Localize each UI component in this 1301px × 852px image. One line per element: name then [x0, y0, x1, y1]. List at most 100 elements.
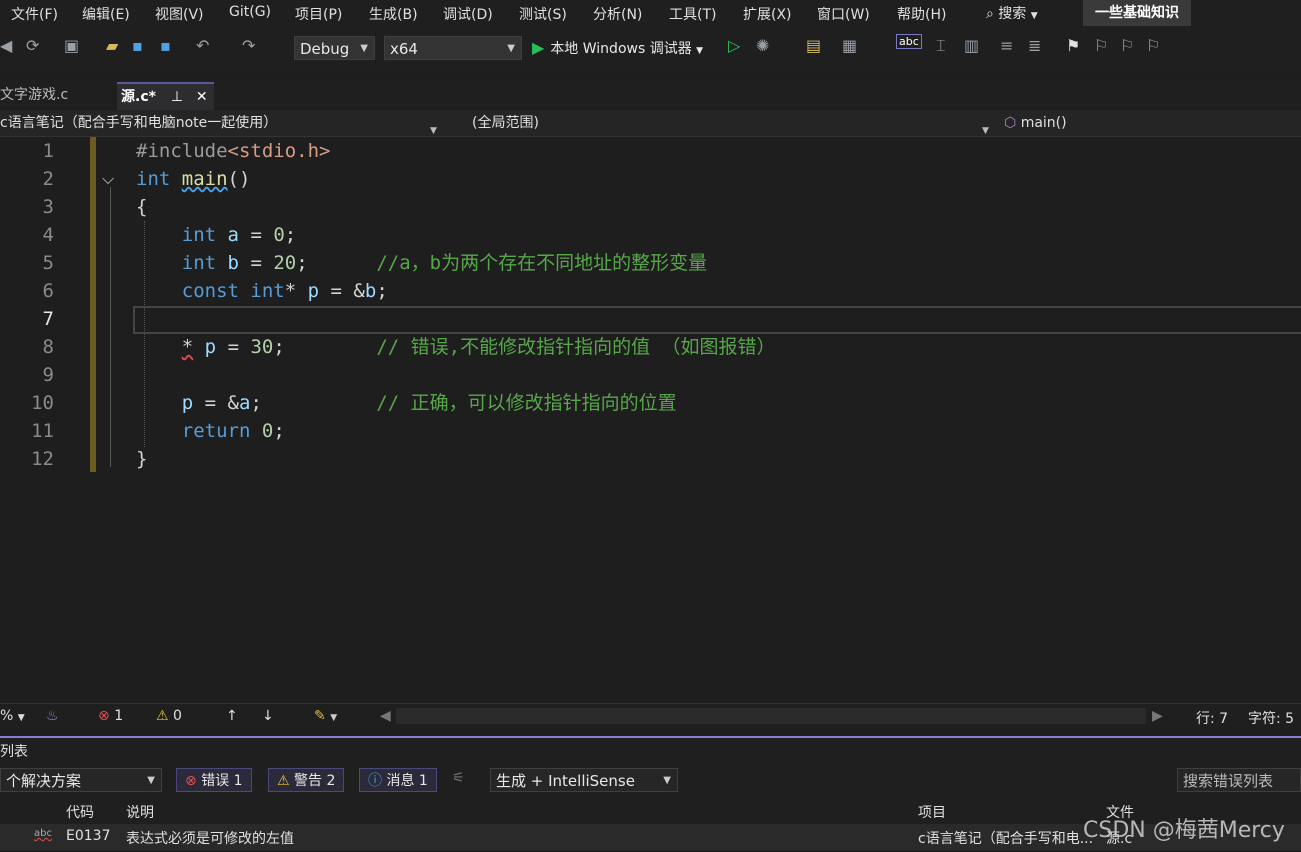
copilot-icon[interactable]: ♨ — [46, 708, 59, 724]
close-icon[interactable]: ✕ — [196, 89, 208, 105]
configuration-select[interactable]: Debug ▼ — [294, 36, 375, 60]
scroll-right-icon[interactable]: ▶ — [1152, 708, 1163, 724]
menu-file[interactable]: 文件(F) — [11, 4, 58, 24]
cursor-icon[interactable]: ⌶ — [936, 36, 946, 56]
editor-status-row: % ▼ ♨ ⊗ 1 ⚠ 0 ↑ ↓ ✎ ▼ ◀ ▶ 行: 7 字符: 5 — [0, 703, 1301, 729]
next-issue-icon[interactable]: ↓ — [262, 708, 274, 724]
scroll-left-icon[interactable]: ◀ — [380, 708, 391, 724]
menu-edit[interactable]: 编辑(E) — [82, 4, 130, 24]
menu-view[interactable]: 视图(V) — [155, 4, 204, 24]
error-count[interactable]: ⊗ 1 — [98, 708, 123, 724]
prev-issue-icon[interactable]: ↑ — [226, 708, 238, 724]
menu-test[interactable]: 测试(S) — [519, 4, 567, 24]
code-line: } — [136, 448, 148, 470]
forward-icon[interactable]: ⟳ — [26, 36, 39, 55]
warnings-filter-button[interactable]: ⚠ 警告 2 — [268, 768, 345, 792]
configuration-value: Debug — [300, 40, 350, 58]
menu-project[interactable]: 项目(P) — [295, 4, 342, 24]
member-dropdown[interactable]: ⬡ main() — [1004, 110, 1301, 136]
code-editor[interactable]: 1 #include<stdio.h> 2 ⌵ int main() 3 { 4… — [0, 137, 1301, 702]
warning-icon: ⚠ — [277, 773, 290, 789]
column-project[interactable]: 项目 — [918, 802, 946, 822]
menu-window[interactable]: 窗口(W) — [817, 4, 870, 24]
save-all-icon[interactable]: ▪ — [160, 36, 171, 55]
platform-select[interactable]: x64 ▼ — [384, 36, 522, 60]
back-icon[interactable]: ◀ — [0, 36, 12, 55]
redo-icon[interactable]: ↷ — [242, 36, 255, 55]
menu-help[interactable]: 帮助(H) — [897, 4, 946, 24]
tab-yuan-c[interactable]: 源.c* ⊥ ✕ — [117, 82, 214, 110]
search-icon: ⌕ — [986, 6, 994, 22]
menu-analyze[interactable]: 分析(N) — [593, 4, 642, 24]
search-label: 搜索 — [998, 6, 1027, 22]
line-number: 10 — [31, 392, 54, 414]
filter-icon[interactable]: ⚟ — [452, 770, 465, 786]
line-indicator: 行: 7 — [1196, 711, 1229, 727]
line-number: 2 — [42, 168, 54, 190]
messages-filter-button[interactable]: ⓘ 消息 1 — [359, 768, 437, 792]
tab-label: 文字游戏.c — [0, 87, 69, 103]
column-description[interactable]: 说明 — [126, 802, 154, 822]
code-line: { — [136, 196, 148, 218]
horizontal-scrollbar[interactable] — [396, 708, 1146, 724]
menu-extensions[interactable]: 扩展(X) — [743, 4, 792, 24]
line-number: 11 — [31, 420, 54, 442]
run-label: 本地 Windows 调试器 — [550, 41, 692, 57]
comment-icon[interactable]: ▥ — [964, 36, 979, 55]
start-without-debugging-icon[interactable]: ▷ — [728, 36, 740, 55]
warning-count[interactable]: ⚠ 0 — [156, 708, 182, 724]
menu-git[interactable]: Git(G) — [229, 4, 271, 20]
platform-value: x64 — [390, 40, 418, 58]
code-line: int b = 20; //a，b为两个存在不同地址的整形变量 — [181, 252, 708, 274]
error-icon: ⊗ — [98, 708, 110, 724]
pin-icon[interactable]: ⊥ — [171, 89, 183, 105]
column-code[interactable]: 代码 — [66, 802, 94, 822]
project-name: c语言笔记（配合手写和电脑note一起使用） — [0, 115, 278, 131]
play-icon: ▶ — [532, 38, 545, 57]
project-dropdown[interactable]: c语言笔记（配合手写和电脑note一起使用） ▼ — [0, 110, 440, 136]
outdent-icon[interactable]: ≣ — [1028, 36, 1041, 55]
folder-view-icon[interactable]: ▤ — [806, 36, 821, 55]
tab-label: 源.c* — [121, 89, 156, 105]
menu-build[interactable]: 生成(B) — [369, 4, 418, 24]
search-button[interactable]: ⌕ 搜索 ▼ — [986, 3, 1038, 23]
tab-wenzi-youxi[interactable]: 文字游戏.c — [0, 82, 112, 108]
chevron-down-icon: ▼ — [507, 43, 515, 54]
indent-icon[interactable]: ≡ — [1000, 36, 1013, 55]
code-line: const int* p = &b; — [181, 280, 388, 302]
new-project-icon[interactable]: ▣ — [64, 36, 79, 55]
fold-chevron-icon[interactable]: ⌵ — [102, 165, 114, 193]
save-icon[interactable]: ▪ — [132, 36, 143, 55]
cube-icon: ⬡ — [1004, 115, 1017, 131]
scope-dropdown[interactable]: (全局范围) ▼ — [472, 110, 992, 136]
error-squiggle: * — [181, 336, 194, 358]
build-source-select[interactable]: 生成 + IntelliSense ▼ — [490, 768, 678, 792]
info-icon: ⓘ — [368, 773, 382, 789]
menu-tools[interactable]: 工具(T) — [669, 4, 716, 24]
spell-check-icon[interactable]: abc — [896, 34, 922, 49]
watermark: CSDN @梅茜Mercy — [1083, 818, 1285, 843]
open-folder-icon[interactable]: ▰ — [106, 36, 118, 55]
chevron-down-icon: ▼ — [1030, 11, 1038, 21]
clear-bookmarks-icon[interactable]: ⚐ — [1146, 36, 1160, 55]
undo-icon[interactable]: ↶ — [196, 36, 209, 55]
scope-filter-select[interactable]: 个解决方案 ▼ — [0, 768, 162, 792]
start-debugging-button[interactable]: ▶ 本地 Windows 调试器 ▼ — [532, 36, 703, 60]
next-bookmark-icon[interactable]: ⚐ — [1120, 36, 1134, 55]
prev-bookmark-icon[interactable]: ⚐ — [1094, 36, 1108, 55]
hot-reload-icon[interactable]: ✺ — [756, 36, 769, 55]
errors-filter-button[interactable]: ⊗ 错误 1 — [176, 768, 252, 792]
menu-debug[interactable]: 调试(D) — [443, 4, 493, 24]
column-indicator: 字符: 5 — [1248, 711, 1295, 727]
line-number: 9 — [42, 364, 54, 386]
chevron-down-icon: ▼ — [663, 775, 671, 786]
chevron-down-icon: ▼ — [147, 775, 155, 786]
zoom-select[interactable]: % ▼ — [0, 708, 25, 724]
line-number: 6 — [42, 280, 54, 302]
code-line: #include<stdio.h> — [136, 140, 331, 162]
bookmark-icon[interactable]: ⚑ — [1066, 36, 1080, 55]
layout-icon[interactable]: ▦ — [842, 36, 857, 55]
search-error-list-input[interactable]: 搜索错误列表 — [1177, 768, 1301, 792]
code-cleanup-icon[interactable]: ✎ ▼ — [314, 708, 337, 724]
error-icon: ⊗ — [185, 773, 197, 789]
